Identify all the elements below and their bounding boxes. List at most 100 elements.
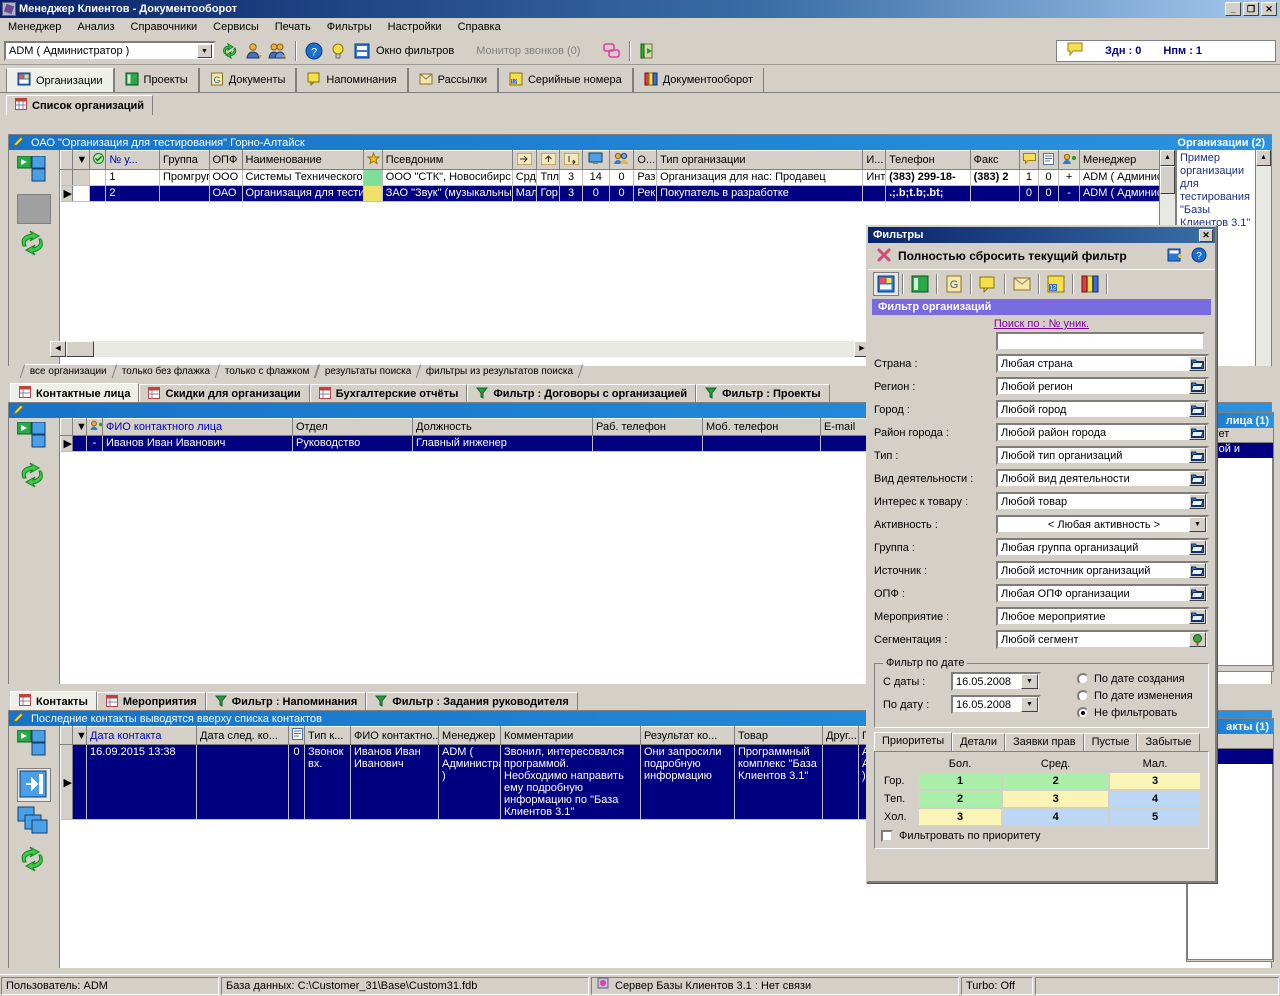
menu-item-settings[interactable]: Настройки <box>380 19 450 35</box>
filters-dialog[interactable]: Фильтры ✕ Полностью сбросить текущий фил… <box>866 225 1217 883</box>
refresh-icon[interactable] <box>220 41 240 61</box>
module-tab-documents[interactable]: G Документы <box>199 68 297 92</box>
move-right-icon[interactable] <box>17 768 51 802</box>
priority-cell[interactable]: 2 <box>919 791 1001 807</box>
col-name[interactable]: Наименование <box>242 151 364 170</box>
col-result[interactable]: Результат ко... <box>641 727 735 745</box>
module-tab-document-flow[interactable]: Документооборот <box>633 68 764 92</box>
nav-first-icon[interactable] <box>17 422 51 456</box>
field-region-input[interactable]: Любой регион <box>996 377 1209 396</box>
module-tab-mailings[interactable]: Рассылки <box>408 68 498 92</box>
field-product-interest-input[interactable]: Любой товар <box>996 492 1209 511</box>
tab-all-organizations[interactable]: все организации <box>20 364 117 378</box>
filter-tab-organizations-icon[interactable] <box>873 272 899 296</box>
tab-contact-persons[interactable]: Контактные лица <box>10 383 139 403</box>
priority-cell[interactable]: 2 <box>1003 773 1108 789</box>
folder-icon[interactable] <box>1189 540 1206 555</box>
date-from-input[interactable]: 16.05.2008 ▼ <box>951 672 1041 691</box>
priority-cell[interactable]: 3 <box>1003 791 1108 807</box>
col-contact-fio[interactable]: ФИО контактного лица <box>103 419 293 436</box>
filter-dropdown-header[interactable]: ▼ <box>73 151 90 170</box>
filter-tab-reminders-icon[interactable] <box>975 272 1001 296</box>
menu-item-print[interactable]: Печать <box>267 19 319 35</box>
field-city-district-input[interactable]: Любой район города <box>996 423 1209 442</box>
tab-discounts[interactable]: Скидки для организации <box>139 384 309 403</box>
folder-icon[interactable] <box>1189 471 1206 486</box>
col-position[interactable]: Должность <box>413 419 593 436</box>
col-alias[interactable]: Псевдоним <box>382 151 512 170</box>
col-work-phone[interactable]: Раб. телефон <box>593 419 703 436</box>
tab-filter-manager-tasks[interactable]: Фильтр : Задания руководителя <box>366 692 577 711</box>
table-row[interactable]: ▶ 2 ОАО Организация для тести ЗАО "Звук"… <box>61 186 1160 202</box>
reset-filter-label[interactable]: Полностью сбросить текущий фильтр <box>898 249 1127 263</box>
memo-scroll-up-icon[interactable]: ▲ <box>1256 150 1271 166</box>
field-type-input[interactable]: Любой тип организаций <box>996 446 1209 465</box>
notification-panel[interactable]: Здн : 0 Нпм : 1 <box>1056 40 1276 62</box>
chevron-down-icon[interactable]: ▼ <box>1189 517 1206 532</box>
folder-icon[interactable] <box>1189 494 1206 509</box>
filter-tab-projects-icon[interactable] <box>907 272 933 296</box>
menu-item-services[interactable]: Сервисы <box>205 19 267 35</box>
col-o[interactable]: О... <box>634 151 657 170</box>
contacts-grid[interactable]: ▼ Дата контакта Дата след. ко... Тип к..… <box>60 726 911 820</box>
col-contact-type[interactable]: Тип к... <box>305 727 351 745</box>
exit-door-icon[interactable] <box>638 41 658 61</box>
folder-icon[interactable] <box>1189 609 1206 624</box>
tab-with-flag[interactable]: только с флажком <box>215 364 320 378</box>
col-opf[interactable]: ОПФ <box>209 151 242 170</box>
folder-icon[interactable] <box>1189 356 1206 371</box>
tab-contacts[interactable]: Контакты <box>10 691 97 711</box>
col-doc-icon[interactable] <box>289 727 305 745</box>
tab-filter-reminders[interactable]: Фильтр : Напоминания <box>206 692 367 711</box>
module-tab-serial-numbers[interactable]: 12 Серийные номера <box>498 68 633 92</box>
tab-without-flag[interactable]: только без флажка <box>112 364 221 378</box>
chat-bubbles-icon[interactable] <box>602 41 622 61</box>
col-monitor-icon[interactable] <box>582 151 609 170</box>
tab-empty[interactable]: Пустые <box>1084 733 1138 751</box>
save-filter-icon[interactable] <box>1167 247 1183 266</box>
radio-no-filter[interactable]: Не фильтровать <box>1077 704 1193 721</box>
priority-cell[interactable]: 1 <box>919 773 1001 789</box>
organizations-grid[interactable]: ▼ № у... Группа ОПФ Наименование Псевдон… <box>60 150 1159 202</box>
window-controls[interactable]: _ ❐ ✕ <box>1225 2 1280 16</box>
filter-by-priority-checkbox[interactable] <box>881 830 893 842</box>
add-contact-header-icon[interactable] <box>87 419 103 436</box>
restore-button[interactable]: ❐ <box>1243 2 1259 16</box>
col-manager[interactable]: Менеджер <box>1079 151 1159 170</box>
col-contact-date[interactable]: Дата контакта <box>87 727 197 745</box>
minimize-button[interactable]: _ <box>1225 2 1241 16</box>
col-comments[interactable]: Комментарии <box>501 727 641 745</box>
filters-window-icon[interactable] <box>352 41 372 61</box>
col-org-type[interactable]: Тип организации <box>657 151 863 170</box>
folder-icon[interactable] <box>1189 425 1206 440</box>
nav-first-icon[interactable] <box>17 730 51 764</box>
col-arrow-updown-icon[interactable] <box>560 151 583 170</box>
scroll-up-icon[interactable]: ▲ <box>1160 150 1175 166</box>
col-mobile-phone[interactable]: Моб. телефон <box>703 419 821 436</box>
filter-dropdown-header[interactable]: ▼ <box>73 419 87 436</box>
date-to-input[interactable]: 16.05.2008 ▼ <box>951 695 1041 714</box>
field-source-input[interactable]: Любой источник организаций <box>996 561 1209 580</box>
priority-matrix[interactable]: Бол. Сред. Мал. Гор. 1 2 3 Теп. 2 3 4 <box>881 755 1202 827</box>
field-activity-select[interactable]: < Любая активность > ▼ <box>996 515 1209 534</box>
scroll-thumb[interactable] <box>1160 166 1175 194</box>
help-circle-icon[interactable]: ? <box>1191 247 1207 266</box>
module-tab-organizations[interactable]: Организации <box>6 68 114 92</box>
col-product[interactable]: Товар <box>735 727 823 745</box>
search-input[interactable] <box>996 332 1205 351</box>
field-segmentation-input[interactable]: Любой сегмент <box>996 630 1209 649</box>
col-fax[interactable]: Факс <box>970 151 1020 170</box>
inner-tab-org-list[interactable]: Список организаций <box>6 95 153 115</box>
tab-filter-projects[interactable]: Фильтр : Проекты <box>696 384 830 403</box>
field-country-input[interactable]: Любая страна <box>996 354 1209 373</box>
hscroll-thumb[interactable] <box>66 341 94 357</box>
folder-icon[interactable] <box>1189 563 1206 578</box>
col-doc-icon[interactable] <box>1038 151 1059 170</box>
col-next-contact-date[interactable]: Дата след. ко... <box>197 727 289 745</box>
col-manager[interactable]: Менеджер <box>439 727 501 745</box>
col-phone[interactable]: Телефон <box>886 151 971 170</box>
tab-filters-from-search[interactable]: фильтры из результатов поиска <box>416 364 584 378</box>
col-contact-fio[interactable]: ФИО контактно... <box>351 727 439 745</box>
folder-icon[interactable] <box>1189 586 1206 601</box>
tab-rights-requests[interactable]: Заявки прав <box>1005 733 1084 751</box>
